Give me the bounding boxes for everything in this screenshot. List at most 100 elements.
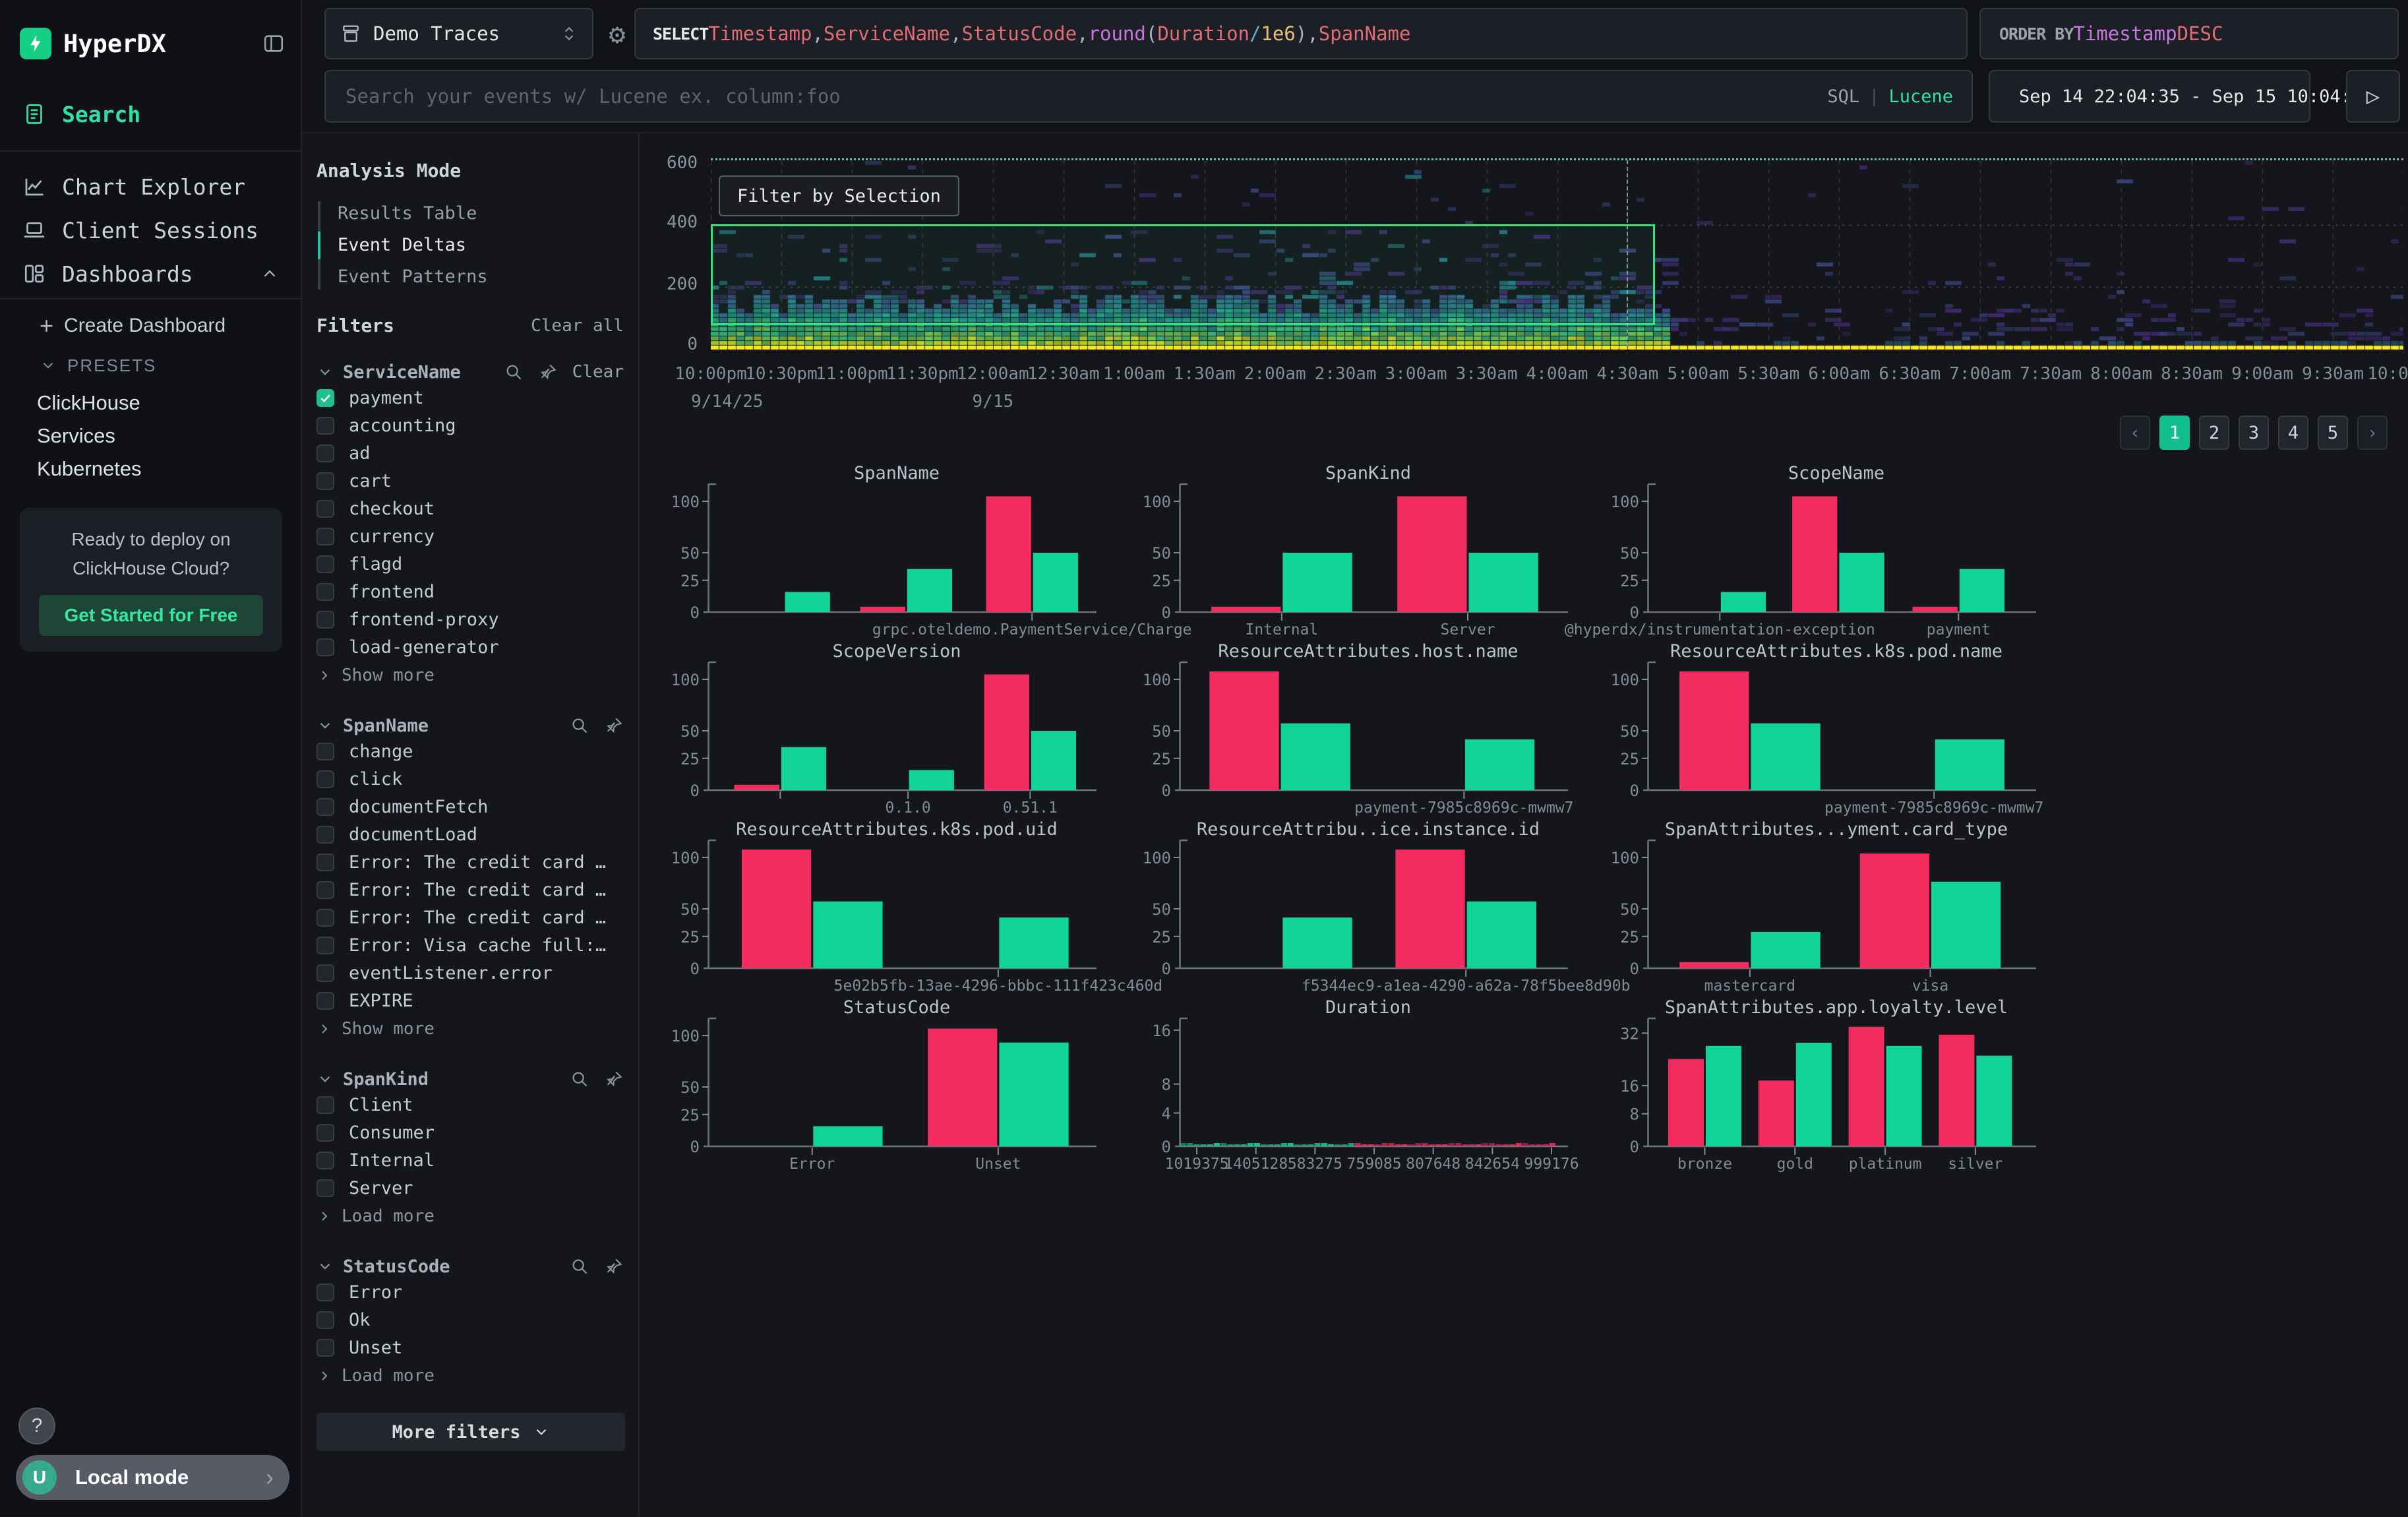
analysis-mode-option-results-table[interactable]: Results Table [338, 197, 624, 229]
filter-checkbox-payment[interactable]: payment [316, 384, 624, 412]
filter-group-header[interactable]: SpanName [316, 714, 624, 737]
checkbox[interactable] [316, 743, 334, 760]
filter-group-more[interactable]: Load more [316, 1361, 624, 1390]
checkbox[interactable] [316, 417, 334, 435]
filter-checkbox-internal[interactable]: Internal [316, 1146, 624, 1174]
checkbox[interactable] [316, 1179, 334, 1197]
checkbox[interactable] [316, 1284, 334, 1301]
filter-checkbox-documentfetch[interactable]: documentFetch [316, 793, 624, 820]
filter-checkbox-expire[interactable]: EXPIRE [316, 987, 624, 1014]
filter-checkbox-load-generator[interactable]: load-generator [316, 633, 624, 661]
filter-checkbox-error-the-credit-card-[interactable]: Error: The credit card (… [316, 904, 624, 931]
checkbox[interactable] [316, 964, 334, 982]
source-select[interactable]: Demo Traces [324, 8, 593, 59]
checkbox[interactable] [316, 611, 334, 629]
help-button[interactable]: ? [18, 1408, 55, 1444]
filter-checkbox-documentload[interactable]: documentLoad [316, 820, 624, 848]
preset-services[interactable]: Services [37, 419, 115, 452]
run-query-button[interactable]: ▷ [2346, 70, 2400, 123]
search-icon[interactable] [504, 362, 524, 382]
pin-icon[interactable] [604, 1069, 624, 1089]
filter-checkbox-unset[interactable]: Unset [316, 1334, 624, 1361]
filter-checkbox-ok[interactable]: Ok [316, 1306, 624, 1334]
local-mode-button[interactable]: U Local mode › [16, 1455, 289, 1500]
filter-checkbox-cart[interactable]: cart [316, 467, 624, 495]
lang-sql[interactable]: SQL [1827, 86, 1859, 107]
page-button-5[interactable]: 5 [2318, 416, 2348, 450]
filter-checkbox-click[interactable]: click [316, 765, 624, 793]
clear-all-link[interactable]: Clear all [531, 316, 624, 336]
filter-checkbox-currency[interactable]: currency [316, 522, 624, 550]
page-button-2[interactable]: 2 [2199, 416, 2229, 450]
checkbox[interactable] [316, 389, 334, 407]
filter-group-more[interactable]: Load more [316, 1202, 624, 1231]
lang-lucene[interactable]: Lucene [1888, 86, 1953, 107]
analysis-mode-option-event-patterns[interactable]: Event Patterns [338, 261, 624, 292]
page-next-button[interactable]: › [2357, 416, 2388, 450]
get-started-button[interactable]: Get Started for Free [39, 595, 263, 636]
gear-icon[interactable]: ⚙ [597, 9, 637, 58]
filter-checkbox-consumer[interactable]: Consumer [316, 1119, 624, 1146]
filter-checkbox-frontend[interactable]: frontend [316, 578, 624, 605]
filter-group-clear[interactable]: Clear [572, 362, 624, 382]
checkbox[interactable] [316, 472, 334, 490]
checkbox[interactable] [316, 528, 334, 545]
search-icon[interactable] [570, 716, 589, 735]
filter-checkbox-change[interactable]: change [316, 737, 624, 765]
sql-select-input[interactable]: SELECT Timestamp, ServiceName, StatusCod… [634, 8, 1968, 59]
time-range-picker[interactable]: Sep 14 22:04:35 - Sep 15 10:04:35 [1989, 70, 2310, 123]
sidebar-item-client-sessions[interactable]: Client Sessions [0, 210, 302, 251]
checkbox[interactable] [316, 909, 334, 927]
pin-icon[interactable] [604, 716, 624, 735]
filter-checkbox-checkout[interactable]: checkout [316, 495, 624, 522]
sidebar-item-dashboards[interactable]: Dashboards [0, 253, 302, 294]
pin-icon[interactable] [604, 1256, 624, 1276]
filter-checkbox-server[interactable]: Server [316, 1174, 624, 1202]
checkbox[interactable] [316, 638, 334, 656]
checkbox[interactable] [316, 555, 334, 573]
filter-checkbox-error[interactable]: Error [316, 1278, 624, 1306]
filter-checkbox-client[interactable]: Client [316, 1091, 624, 1119]
checkbox[interactable] [316, 1152, 334, 1169]
filter-by-selection-button[interactable]: Filter by Selection [719, 175, 959, 216]
preset-clickhouse[interactable]: ClickHouse [37, 387, 140, 419]
filter-group-more[interactable]: Show more [316, 661, 624, 690]
filter-group-header[interactable]: StatusCode [316, 1254, 624, 1278]
checkbox[interactable] [316, 826, 334, 844]
filter-checkbox-error-the-credit-card-[interactable]: Error: The credit card (… [316, 848, 624, 876]
search-input[interactable] [344, 84, 1814, 108]
presets-toggle[interactable]: PRESETS [40, 350, 156, 381]
checkbox[interactable] [316, 881, 334, 899]
filter-checkbox-accounting[interactable]: accounting [316, 412, 624, 439]
filter-checkbox-flagd[interactable]: flagd [316, 550, 624, 578]
checkbox[interactable] [316, 1311, 334, 1329]
heatmap-canvas[interactable] [711, 160, 2403, 350]
filter-checkbox-error-visa-cache-full-[interactable]: Error: Visa cache full: … [316, 931, 624, 959]
checkbox[interactable] [316, 853, 334, 871]
checkbox[interactable] [316, 992, 334, 1010]
page-button-4[interactable]: 4 [2278, 416, 2308, 450]
checkbox[interactable] [316, 500, 334, 518]
checkbox[interactable] [316, 937, 334, 954]
pin-icon[interactable] [538, 362, 558, 382]
filter-checkbox-eventlistener-error[interactable]: eventListener.error [316, 959, 624, 987]
checkbox[interactable] [316, 1096, 334, 1114]
sidebar-collapse-icon[interactable] [262, 32, 285, 55]
filter-group-header[interactable]: SpanKind [316, 1067, 624, 1091]
checkbox[interactable] [316, 1124, 334, 1142]
more-filters-button[interactable]: More filters [316, 1413, 625, 1451]
preset-kubernetes[interactable]: Kubernetes [37, 452, 142, 485]
checkbox[interactable] [316, 445, 334, 462]
search-icon[interactable] [570, 1069, 589, 1089]
checkbox[interactable] [316, 583, 334, 601]
page-button-3[interactable]: 3 [2239, 416, 2269, 450]
create-dashboard-button[interactable]: + Create Dashboard [40, 307, 226, 344]
events-heatmap[interactable] [711, 158, 2403, 348]
filter-group-header[interactable]: ServiceNameClear [316, 360, 624, 384]
sidebar-item-search[interactable]: Search [0, 94, 302, 135]
order-by-input[interactable]: ORDER BY Timestamp DESC [1979, 8, 2399, 59]
language-toggle[interactable]: SQL|Lucene [1827, 86, 1953, 107]
checkbox[interactable] [316, 770, 334, 788]
filter-checkbox-ad[interactable]: ad [316, 439, 624, 467]
sidebar-item-chart-explorer[interactable]: Chart Explorer [0, 166, 302, 207]
